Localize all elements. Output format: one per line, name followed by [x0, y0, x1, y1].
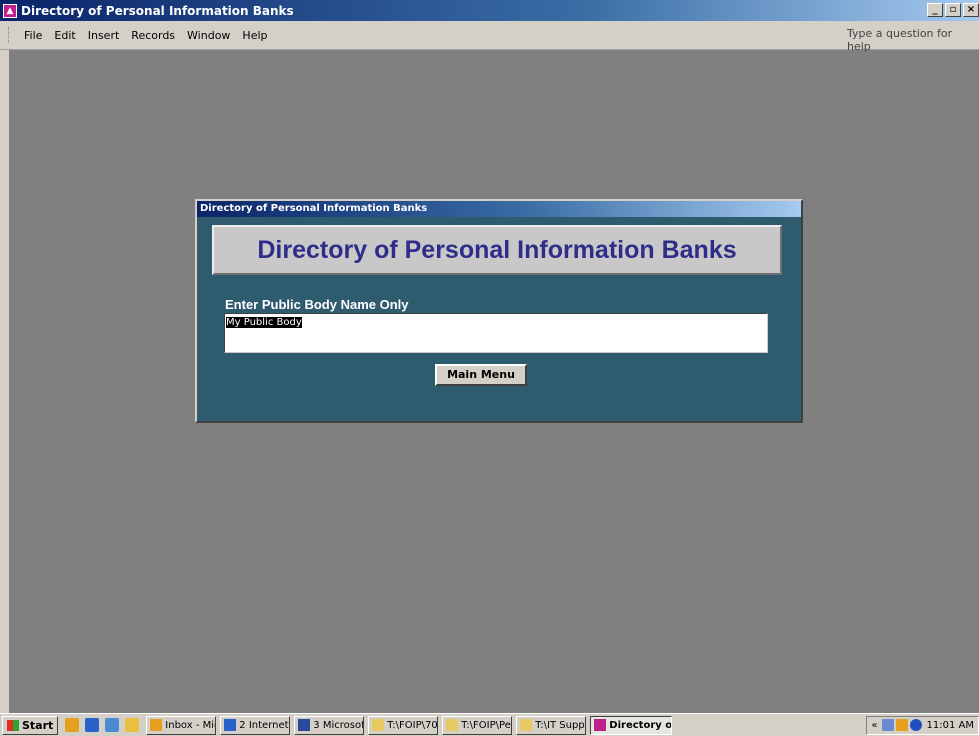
outlook-icon[interactable]: [65, 718, 80, 732]
menu-window[interactable]: Window: [181, 29, 236, 42]
tray-expand-chevron-icon[interactable]: «: [871, 720, 877, 731]
public-body-input[interactable]: My Public Body: [224, 313, 768, 353]
clock[interactable]: 11:01 AM: [927, 720, 974, 731]
menu-file[interactable]: File: [18, 29, 48, 42]
start-label: Start: [22, 718, 54, 732]
outlook-icon: [150, 719, 163, 731]
internet-explorer-icon: [224, 719, 237, 731]
desktop-icon[interactable]: [105, 718, 120, 732]
task-folder-per[interactable]: T:\FOIP\Per...: [442, 715, 513, 735]
outlook-tray-icon[interactable]: [895, 719, 908, 731]
task-label: 2 Internet...: [239, 719, 289, 731]
network-icon[interactable]: [909, 719, 922, 731]
window-title: Directory of Personal Information Banks: [21, 3, 294, 18]
menu-edit[interactable]: Edit: [48, 29, 81, 42]
task-word[interactable]: 3 Microsof...: [294, 715, 365, 735]
system-tray: « 11:01 AM: [866, 715, 979, 735]
left-border: [0, 50, 9, 713]
window-controls: _ ▫ ×: [925, 3, 979, 17]
window-title-bar: ▲ Directory of Personal Information Bank…: [0, 0, 979, 21]
form-heading: Directory of Personal Information Banks: [257, 235, 737, 264]
folder-icon: [372, 719, 385, 731]
quick-launch: [62, 718, 142, 732]
word-icon: [298, 719, 311, 731]
main-menu-button[interactable]: Main Menu: [435, 364, 527, 386]
menu-help[interactable]: Help: [236, 29, 273, 42]
windows-logo-icon: [7, 719, 19, 731]
task-label: Directory o...: [609, 719, 673, 731]
toolbar-grip[interactable]: [8, 27, 12, 43]
menu-insert[interactable]: Insert: [82, 29, 126, 42]
close-button[interactable]: ×: [963, 3, 979, 17]
help-question-input[interactable]: Type a question for help: [847, 27, 971, 53]
public-body-value: My Public Body: [226, 317, 302, 328]
access-app-icon[interactable]: ▲: [3, 3, 17, 18]
task-folder-it[interactable]: T:\IT Suppo...: [516, 715, 587, 735]
start-button[interactable]: Start: [2, 715, 59, 735]
folder-icon: [446, 719, 459, 731]
access-icon: [594, 719, 607, 731]
form-title-bar[interactable]: Directory of Personal Information Banks: [197, 201, 801, 217]
internet-explorer-icon[interactable]: [85, 718, 100, 732]
mail-icon[interactable]: [881, 719, 894, 731]
folder-icon: [520, 719, 533, 731]
public-body-label: Enter Public Body Name Only: [225, 297, 409, 312]
restore-button[interactable]: ▫: [945, 3, 961, 17]
form-heading-box: Directory of Personal Information Banks: [212, 225, 782, 275]
task-label: T:\FOIP\700...: [387, 719, 438, 731]
task-directory[interactable]: Directory o...: [590, 715, 673, 735]
task-inbox[interactable]: Inbox - Micr...: [146, 715, 217, 735]
task-folder-700[interactable]: T:\FOIP\700...: [368, 715, 439, 735]
taskbar: Start Inbox - Micr... 2 Internet... 3 Mi…: [0, 713, 979, 736]
shortcut-icon[interactable]: [125, 718, 140, 732]
task-internet[interactable]: 2 Internet...: [220, 715, 291, 735]
task-label: T:\FOIP\Per...: [461, 719, 511, 731]
form-window: Directory of Personal Information Banks …: [195, 199, 803, 423]
task-label: Inbox - Micr...: [165, 719, 215, 731]
task-label: T:\IT Suppo...: [535, 719, 585, 731]
menu-bar: File Edit Insert Records Window Help Typ…: [0, 21, 979, 53]
minimize-button[interactable]: _: [927, 3, 943, 17]
menu-records[interactable]: Records: [125, 29, 181, 42]
task-label: 3 Microsof...: [313, 719, 364, 731]
